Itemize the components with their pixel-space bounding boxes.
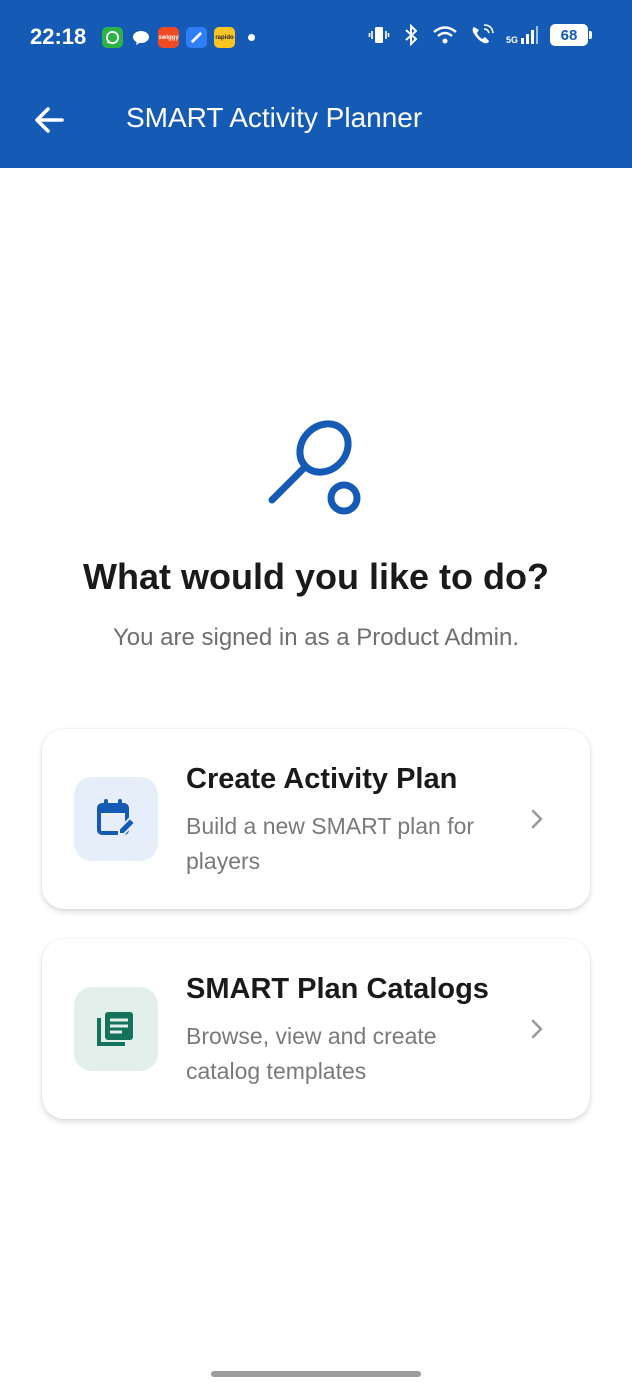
racket-icon [268, 420, 361, 515]
cellular-icon: 5G [506, 25, 538, 45]
headline: What would you like to do? [83, 556, 549, 597]
network-type: 5G [505, 35, 518, 45]
calendar-edit-icon [97, 799, 137, 835]
card-title: Create Activity Plan [186, 763, 458, 795]
app-bar: 22:18 swiggy rapido 5G 68 SMART Activity… [0, 0, 632, 168]
back-button[interactable] [30, 101, 68, 139]
create-activity-plan-card[interactable]: Create Activity Plan Build a new SMART p… [42, 729, 590, 909]
swiggy-icon: swiggy [158, 27, 179, 48]
catalog-list-icon-tile [74, 987, 158, 1071]
chevron-right-icon [531, 809, 543, 829]
wifi-icon [433, 26, 457, 44]
page-title: SMART Activity Planner [126, 102, 423, 133]
battery-icon: 68 [550, 24, 592, 46]
battery-level: 68 [560, 26, 578, 44]
card-description: Build a new SMART plan for players [186, 813, 475, 874]
more-notifications-dot [248, 34, 255, 41]
calendar-edit-icon-tile [74, 777, 158, 861]
whatsapp-icon [102, 27, 123, 48]
messages-icon [130, 27, 151, 48]
notification-icons: swiggy rapido [102, 27, 255, 48]
bluetooth-icon [405, 24, 418, 46]
vibrate-icon [368, 27, 390, 43]
rapido-icon: rapido [214, 27, 235, 48]
chevron-right-icon [531, 1019, 543, 1039]
signed-in-subtitle: You are signed in as a Product Admin. [112, 624, 520, 651]
swiggy-label: swiggy [158, 34, 179, 41]
wifi-call-icon [472, 24, 494, 44]
card-title: SMART Plan Catalogs [186, 973, 489, 1005]
app-icon [186, 27, 207, 48]
status-time: 22:18 [30, 24, 87, 49]
card-description: Browse, view and create catalog template… [186, 1023, 437, 1084]
catalog-list-icon [97, 1012, 133, 1046]
status-bar: 22:18 swiggy rapido 5G 68 [0, 0, 632, 78]
rapido-label: rapido [215, 34, 234, 41]
smart-plan-catalogs-card[interactable]: SMART Plan Catalogs Browse, view and cre… [42, 939, 590, 1119]
home-indicator[interactable] [211, 1371, 421, 1377]
system-icons: 5G 68 [368, 24, 592, 46]
